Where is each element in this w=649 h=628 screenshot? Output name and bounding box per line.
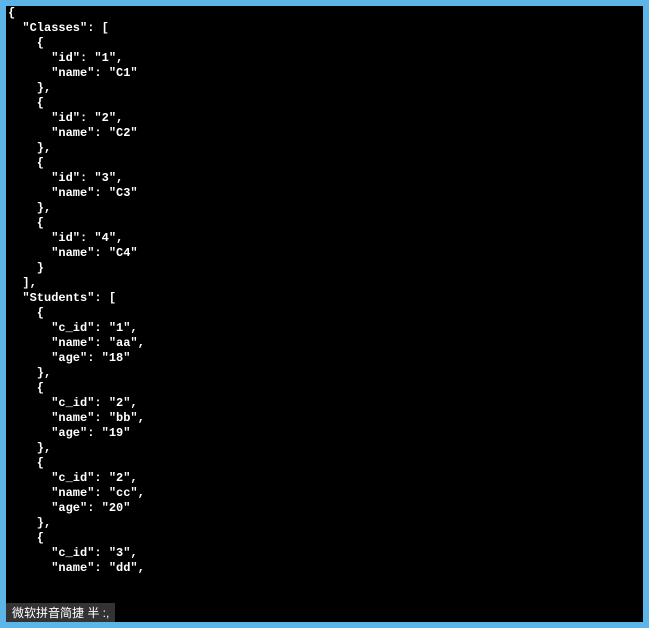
terminal-output: { "Classes": [ { "id": "1", "name": "C1"…	[6, 6, 643, 576]
ime-status-bar: 微软拼音简捷 半 :,	[6, 603, 115, 622]
terminal-window[interactable]: { "Classes": [ { "id": "1", "name": "C1"…	[6, 6, 643, 622]
